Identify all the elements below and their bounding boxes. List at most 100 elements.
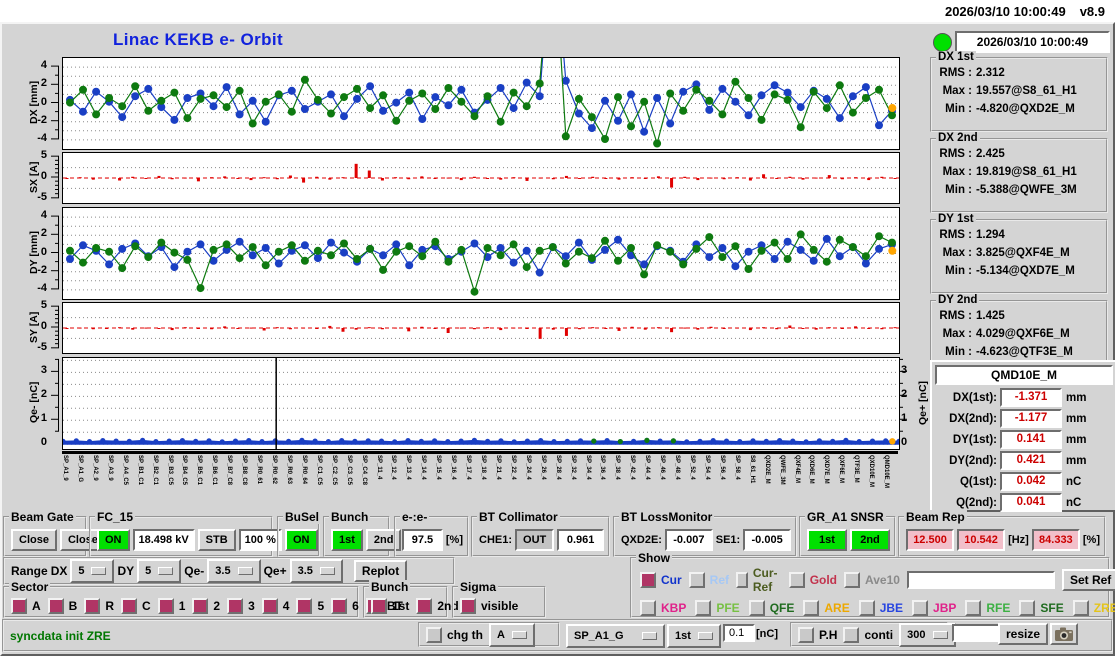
show-item-gold[interactable]: Gold [788,572,837,588]
sector-item-r[interactable]: R [84,597,114,614]
show-checkbox-ave10[interactable] [844,572,861,588]
sector-item-5[interactable]: 5 [296,597,324,614]
screenshot-button[interactable] [1050,623,1078,645]
gr-a1-1st-button[interactable]: 1st [807,529,847,551]
replot-button[interactable]: Replot [353,560,408,582]
show-item-kbp[interactable]: KBP [640,600,686,616]
show-checkbox-cur[interactable] [640,572,656,588]
sector-item-1[interactable]: 1 [157,597,185,614]
bpm-label: SP_B1_C1 [136,455,143,486]
bpm-label: SP_B3_C5 [166,455,173,486]
sector-item-3[interactable]: 3 [227,597,255,614]
show-checkbox-jbe[interactable] [858,600,875,616]
bunch-filter-checkbox-1st[interactable] [371,597,387,614]
chart-qe-plot[interactable] [60,357,902,450]
show-item-zre[interactable]: ZRE [1072,600,1115,616]
show-item-rfe[interactable]: RFE [965,600,1010,616]
sector-checkbox-2[interactable] [192,597,209,614]
fc15-stb-button[interactable]: STB [197,529,236,551]
spare-input[interactable] [952,624,1002,642]
chart-sy-plot[interactable] [62,302,900,354]
show-checkbox-qfe[interactable] [748,600,765,616]
sector-checkbox-6[interactable] [331,597,348,614]
charge-threshold-input[interactable] [723,624,755,642]
ph-checkbox-item[interactable]: P.H [798,626,837,643]
sector-checkbox-r[interactable] [84,597,101,614]
show-checkbox-are[interactable] [803,600,820,616]
ph-checkbox[interactable] [798,626,814,643]
show-label: Ave10 [865,573,900,587]
beam-gate-close-button-1[interactable]: Close [11,529,57,551]
bpm-select[interactable]: SP_A1_G [566,624,665,648]
sector-checkbox-b[interactable] [47,597,64,614]
sigma-checkbox-visible[interactable] [460,597,476,614]
threshold-sector-select[interactable]: A [489,622,535,647]
show-checkbox-jbp[interactable] [912,600,929,616]
set-ref-input[interactable] [906,571,1055,589]
show-item-sfe[interactable]: SFE [1019,600,1064,616]
show-checkbox-rfe[interactable] [965,600,982,616]
show-checkbox-cur-ref[interactable] [736,572,748,588]
fc15-on-button[interactable]: ON [97,529,130,551]
chart-dy-plot[interactable] [62,207,900,300]
bunch-select[interactable]: 1st [667,624,721,648]
range-qe-minus-select[interactable]: 3.5 [207,559,261,583]
beam-rep-hz-unit: [Hz] [1008,534,1029,546]
show-item-cur[interactable]: Cur [640,572,682,588]
sector-checkbox-a[interactable] [11,597,27,614]
stat-group-title: DX 2nd [936,132,980,144]
show-checkbox-sfe[interactable] [1019,600,1036,616]
chg-th-checkbox-item[interactable]: chg th [426,626,483,643]
qmd-row: DX(2nd): -1.177 mm [935,409,1113,428]
show-item-pfe[interactable]: PFE [695,600,740,616]
sector-item-6[interactable]: 6 [331,597,359,614]
show-item-ave10[interactable]: Ave10 [844,572,900,588]
beam-rep-group: Beam Rep 12.500 10.542 [Hz] 84.333 [%] [898,510,1106,557]
sector-item-2[interactable]: 2 [192,597,220,614]
range-dy-select[interactable]: 5 [137,559,182,583]
chart-dx-plot[interactable] [62,0,900,150]
sector-checkbox-4[interactable] [261,597,278,614]
show-item-jbe[interactable]: JBE [858,600,903,616]
show-checkbox-gold[interactable] [788,572,805,588]
sector-checkbox-3[interactable] [227,597,244,614]
chart-sx-plot[interactable] [62,152,900,204]
conti-checkbox[interactable] [843,626,860,643]
set-ref-button[interactable]: Set Ref [1061,569,1115,591]
busel-on-button[interactable]: ON [285,529,318,551]
stat-line: Max :3.825@QXF4E_M [942,247,1070,259]
show-checkbox-kbp[interactable] [640,600,656,616]
show-item-cur-ref[interactable]: Cur-Ref [736,566,782,594]
y-axis-ticks [51,305,59,349]
gr-a1-2nd-button[interactable]: 2nd [850,529,890,551]
bunch-filter-checkbox-2nd[interactable] [416,597,433,614]
bunch-filter-item-1st[interactable]: 1st [371,597,409,614]
chg-th-checkbox[interactable] [426,626,442,643]
sector-checkbox-c[interactable] [121,597,138,614]
sector-checkbox-1[interactable] [157,597,174,614]
show-item-are[interactable]: ARE [803,600,850,616]
bpm-readout-panel: QMD10E_M DX(1st): -1.371 mm DX(2nd): -1.177 m… [930,360,1115,512]
sector-item-a[interactable]: A [11,597,41,614]
points-select[interactable]: 300 [899,622,956,647]
range-qe-plus-select[interactable]: 3.5 [289,559,343,583]
bpm-label: QXF4E_M [793,455,800,484]
sigma-item-visible[interactable]: visible [460,597,518,614]
sector-item-b[interactable]: B [47,597,77,614]
bpm-label: QXD6E_M [808,455,815,484]
range-dx-select[interactable]: 5 [70,559,115,583]
show-item-qfe[interactable]: QFE [748,600,794,616]
show-item-ref[interactable]: Ref [688,572,729,588]
stat-line: Min : -5.388@QWFE_3M [945,184,1077,196]
show-checkbox-ref[interactable] [688,572,705,588]
show-item-jbp[interactable]: JBP [912,600,956,616]
che1-state-button[interactable]: OUT [515,529,555,551]
sector-checkbox-5[interactable] [296,597,313,614]
show-checkbox-pfe[interactable] [695,600,712,616]
resize-button[interactable]: resize [998,623,1049,645]
conti-checkbox-item[interactable]: conti [843,626,893,643]
sector-item-c[interactable]: C [121,597,151,614]
bunch-1st-button[interactable]: 1st [331,529,363,551]
sector-item-4[interactable]: 4 [261,597,289,614]
show-checkbox-zre[interactable] [1072,600,1089,616]
